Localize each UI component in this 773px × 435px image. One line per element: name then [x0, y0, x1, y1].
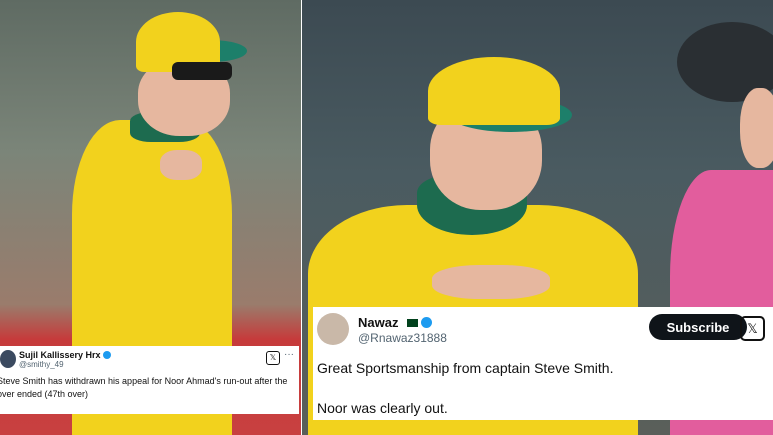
more-options-icon[interactable]: ··· [284, 349, 294, 360]
avatar[interactable] [0, 350, 16, 368]
player-pointing-hand [160, 150, 202, 180]
umpire-face [740, 88, 773, 168]
tweet-text-line-2: Noor was clearly out. [317, 400, 448, 416]
right-tweet-card[interactable]: Nawaz @Rnawaz31888 Subscribe 𝕏 Great Spo… [313, 307, 773, 420]
verified-badge-icon [102, 351, 111, 359]
verified-badge-icon [421, 317, 433, 328]
tweet-text: Steve Smith has withdrawn his appeal for… [0, 376, 288, 399]
avatar[interactable] [317, 313, 349, 345]
player-extended-hand [432, 265, 550, 299]
x-logo-icon[interactable]: 𝕏 [266, 351, 280, 365]
player-cap [428, 57, 560, 125]
tweet-handle[interactable]: @smithy_49 [19, 360, 64, 369]
x-logo-icon[interactable]: 𝕏 [740, 316, 765, 341]
player-sunglasses [172, 62, 232, 80]
tweet-text-line-1: Great Sportsmanship from captain Steve S… [317, 360, 614, 376]
pakistan-flag-icon [404, 319, 419, 327]
left-tweet-card[interactable]: Sujil Kallissery Hrx @smithy_49 𝕏 ··· St… [0, 346, 299, 414]
tweet-author[interactable]: Nawaz [358, 315, 433, 330]
tweet-author[interactable]: Sujil Kallissery Hrx [19, 350, 111, 360]
tweet-handle[interactable]: @Rnawaz31888 [358, 331, 447, 345]
subscribe-button[interactable]: Subscribe [649, 314, 747, 340]
